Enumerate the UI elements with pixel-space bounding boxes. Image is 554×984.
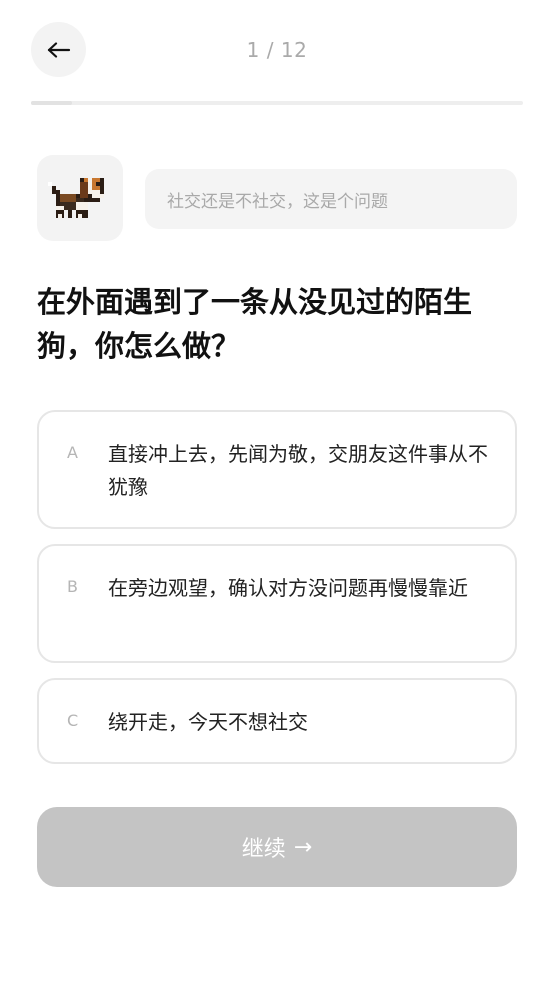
question-title: 在外面遇到了一条从没见过的陌生狗，你怎么做？ <box>37 285 473 363</box>
progress-bar <box>31 101 523 105</box>
option-text: 直接冲上去，先闻为敬，交朋友这件事从不犹豫 <box>108 442 488 499</box>
progress-counter: 1 / 12 <box>246 38 308 62</box>
continue-button[interactable]: 继续 → <box>37 807 517 887</box>
option-letter: B <box>67 577 78 596</box>
arrow-right-icon: → <box>293 834 313 860</box>
option-a[interactable]: A 直接冲上去，先闻为敬，交朋友这件事从不犹豫 <box>37 410 517 529</box>
option-text: 绕开走，今天不想社交 <box>108 710 308 734</box>
option-text: 在旁边观望，确认对方没问题再慢慢靠近 <box>108 576 468 600</box>
progress-bar-fill <box>31 101 72 105</box>
option-letter: A <box>67 443 78 462</box>
avatar <box>37 155 123 241</box>
option-c[interactable]: C 绕开走，今天不想社交 <box>37 678 517 764</box>
speech-bubble: 社交还是不社交，这是个问题 <box>145 169 517 229</box>
option-letter: C <box>67 711 79 730</box>
pixel-beagle-dog-icon <box>48 178 104 218</box>
continue-label: 继续 <box>241 837 286 862</box>
option-b[interactable]: B 在旁边观望，确认对方没问题再慢慢靠近 <box>37 544 517 663</box>
speech-bubble-text: 社交还是不社交，这是个问题 <box>167 191 388 212</box>
